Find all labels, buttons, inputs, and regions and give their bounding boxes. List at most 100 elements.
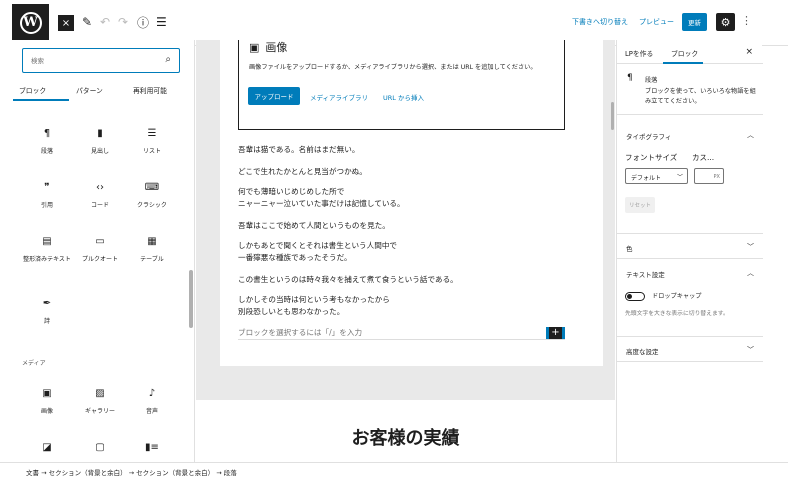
- chevron-down-icon: ﹀: [676, 174, 683, 181]
- list-view-icon[interactable]: ☰: [156, 13, 167, 31]
- paragraph-block[interactable]: 何でも薄暗いじめじめした所で ニャーニャー泣いていた事だけは記憶している。: [238, 186, 405, 210]
- more-options-icon[interactable]: ⋮: [741, 14, 752, 27]
- audio-icon: ♪: [148, 388, 156, 399]
- search-icon[interactable]: ⌕: [165, 54, 171, 65]
- redo-icon[interactable]: ↷: [118, 13, 128, 31]
- block-item-file[interactable]: ▢: [70, 442, 130, 456]
- switch-to-draft-button[interactable]: 下書きへ切り替え: [572, 17, 628, 27]
- paragraph-icon: ¶: [43, 128, 51, 139]
- appender-placeholder[interactable]: ブロックを選択するには「/」を入力: [238, 327, 362, 338]
- upload-button[interactable]: アップロード: [248, 87, 300, 105]
- block-item-heading[interactable]: ▮ 見出し: [70, 128, 130, 156]
- image-icon: ▣: [42, 388, 52, 399]
- custom-font-size-input[interactable]: PX: [694, 168, 724, 184]
- gallery-icon: ▨: [95, 388, 105, 399]
- heading-icon: ▮: [97, 128, 103, 139]
- block-item-image[interactable]: ▣ 画像: [17, 388, 77, 416]
- preview-button[interactable]: プレビュー: [639, 17, 674, 27]
- folder-icon: ▢: [95, 442, 105, 453]
- media-text-icon: ▮≡: [145, 442, 159, 453]
- block-item-audio[interactable]: ♪ 音声: [122, 388, 182, 416]
- image-block-placeholder[interactable]: ▣ 画像 画像ファイルをアップロードするか、メディアライブラリから選択、または …: [238, 40, 565, 130]
- block-item-media-text[interactable]: ▮≡: [122, 442, 182, 456]
- block-search-box[interactable]: ⌕: [22, 48, 180, 73]
- block-item-pullquote[interactable]: ▭ プルクオート: [70, 236, 130, 264]
- block-item-classic[interactable]: ⌨ クラシック: [122, 182, 182, 210]
- list-icon: ☰: [147, 128, 157, 139]
- reset-button[interactable]: リセット: [625, 197, 655, 213]
- breadcrumb-path[interactable]: 文書 → セクション（背景と余白） → セクション（背景と余白） → 段落: [26, 467, 237, 477]
- tab-patterns[interactable]: パターン: [76, 85, 103, 95]
- block-inserter-panel: ⌕ ブロック パターン 再利用可能 ¶段落 ▮見出し ☰リスト ❞引用 ‹›コー…: [0, 40, 195, 462]
- drop-cap-label: ドロップキャップ: [652, 293, 702, 300]
- table-icon: ▦: [147, 236, 157, 247]
- undo-icon[interactable]: ↶: [100, 13, 110, 31]
- close-icon[interactable]: ×: [58, 15, 74, 31]
- tab-blocks[interactable]: ブロック: [19, 85, 46, 95]
- block-item-code[interactable]: ‹› コード: [70, 182, 130, 210]
- inserter-scrollbar[interactable]: [189, 270, 193, 328]
- canvas-scrollbar[interactable]: [611, 102, 614, 130]
- block-item-verse[interactable]: ✒ 詩: [17, 298, 77, 326]
- info-icon[interactable]: ⓘ: [137, 13, 149, 31]
- block-search-input[interactable]: [31, 54, 151, 67]
- tab-block[interactable]: ブロック: [671, 48, 698, 58]
- wordpress-logo-button[interactable]: W: [12, 4, 49, 41]
- drop-cap-toggle[interactable]: [625, 292, 645, 301]
- block-item-paragraph[interactable]: ¶ 段落: [17, 128, 77, 156]
- sidebar-tabs: LPを作る ブロック ×: [617, 40, 763, 64]
- update-button[interactable]: 更新: [682, 13, 707, 31]
- panel-text-settings-toggle[interactable]: テキスト設定 ︿: [617, 260, 763, 286]
- pencil-icon[interactable]: ✎: [82, 13, 92, 31]
- paragraph-block[interactable]: どこで生れたかとんと見当がつかぬ。: [238, 166, 367, 178]
- media-library-button[interactable]: メディアライブラリ: [310, 92, 368, 102]
- inserter-tabs: ブロック パターン 再利用可能: [13, 82, 183, 102]
- default-block-appender[interactable]: ブロックを選択するには「/」を入力 +: [238, 326, 565, 340]
- add-block-plus-icon[interactable]: +: [546, 327, 565, 339]
- paragraph-block[interactable]: しかしその当時は何という考もなかったから 別段恐しいとも思わなかった。: [238, 294, 390, 318]
- toggle-knob: [627, 294, 632, 299]
- image-block-instructions: 画像ファイルをアップロードするか、メディアライブラリから選択、または URL を…: [249, 64, 537, 71]
- insert-from-url-button[interactable]: URL から挿入: [383, 92, 424, 102]
- block-card: ¶ 段落 ブロックを使って、いろいろな物語を組み立ててください。: [617, 65, 763, 115]
- block-item-list[interactable]: ☰ リスト: [122, 128, 182, 156]
- block-item-gallery[interactable]: ▨ ギャラリー: [70, 388, 130, 416]
- block-item-quote[interactable]: ❞ 引用: [17, 182, 77, 210]
- panel-typography-toggle[interactable]: タイポグラフィ ︿: [617, 122, 763, 148]
- chevron-up-icon: ︿: [747, 269, 754, 277]
- category-media-label: メディア: [22, 360, 46, 367]
- editor-canvas: ▣ 画像 画像ファイルをアップロードするか、メディアライブラリから選択、または …: [196, 40, 615, 462]
- close-icon[interactable]: ×: [745, 47, 753, 57]
- wordpress-icon: W: [19, 11, 42, 34]
- paragraph-block[interactable]: しかもあとで聞くとそれは書生という人間中で 一番獰悪な種族であったそうだ。: [238, 240, 397, 264]
- paragraph-block[interactable]: この書生というのは時々我々を捕えて煮て食うという話である。: [238, 274, 458, 286]
- block-item-cover[interactable]: ◪: [17, 442, 77, 456]
- active-tab-indicator: [13, 99, 69, 101]
- paragraph-block[interactable]: 吾輩は猫である。名前はまだ無い。: [238, 144, 359, 156]
- chevron-down-icon: ﹀: [747, 243, 754, 251]
- custom-size-label: カス...: [692, 153, 715, 162]
- verse-icon: ✒: [42, 298, 52, 309]
- font-size-select[interactable]: デフォルト ﹀: [625, 168, 688, 184]
- cover-icon: ◪: [42, 442, 52, 453]
- font-size-label: フォントサイズ: [625, 153, 678, 162]
- block-breadcrumb[interactable]: 文書 → セクション（背景と余白） → セクション（背景と余白） → 段落: [0, 462, 788, 488]
- settings-sidebar: LPを作る ブロック × ¶ 段落 ブロックを使って、いろいろな物語を組み立てて…: [616, 40, 763, 462]
- active-tab-indicator: [663, 62, 703, 64]
- tab-reusable[interactable]: 再利用可能: [133, 85, 167, 95]
- image-icon: ▣: [249, 40, 260, 54]
- chevron-down-icon: ﹀: [747, 346, 754, 354]
- pullquote-icon: ▭: [95, 236, 105, 247]
- paragraph-block[interactable]: 吾輩はここで始めて人間というものを見た。: [238, 220, 390, 232]
- settings-gear-icon[interactable]: ⚙: [716, 13, 735, 31]
- panel-color-toggle[interactable]: 色 ﹀: [617, 233, 763, 259]
- drop-cap-help: 先頭文字を大きな表示に切り替えます。: [625, 311, 729, 317]
- image-block-title: ▣ 画像: [249, 40, 288, 55]
- keyboard-icon: ⌨: [144, 182, 160, 193]
- block-card-description: ブロックを使って、いろいろな物語を組み立ててください。: [645, 88, 756, 105]
- tab-lp-create[interactable]: LPを作る: [625, 48, 653, 58]
- block-item-table[interactable]: ▦ テーブル: [122, 236, 182, 264]
- section-heading[interactable]: お客様の実績: [196, 424, 615, 450]
- panel-advanced-toggle[interactable]: 高度な設定 ﹀: [617, 336, 763, 362]
- chevron-up-icon: ︿: [747, 131, 754, 139]
